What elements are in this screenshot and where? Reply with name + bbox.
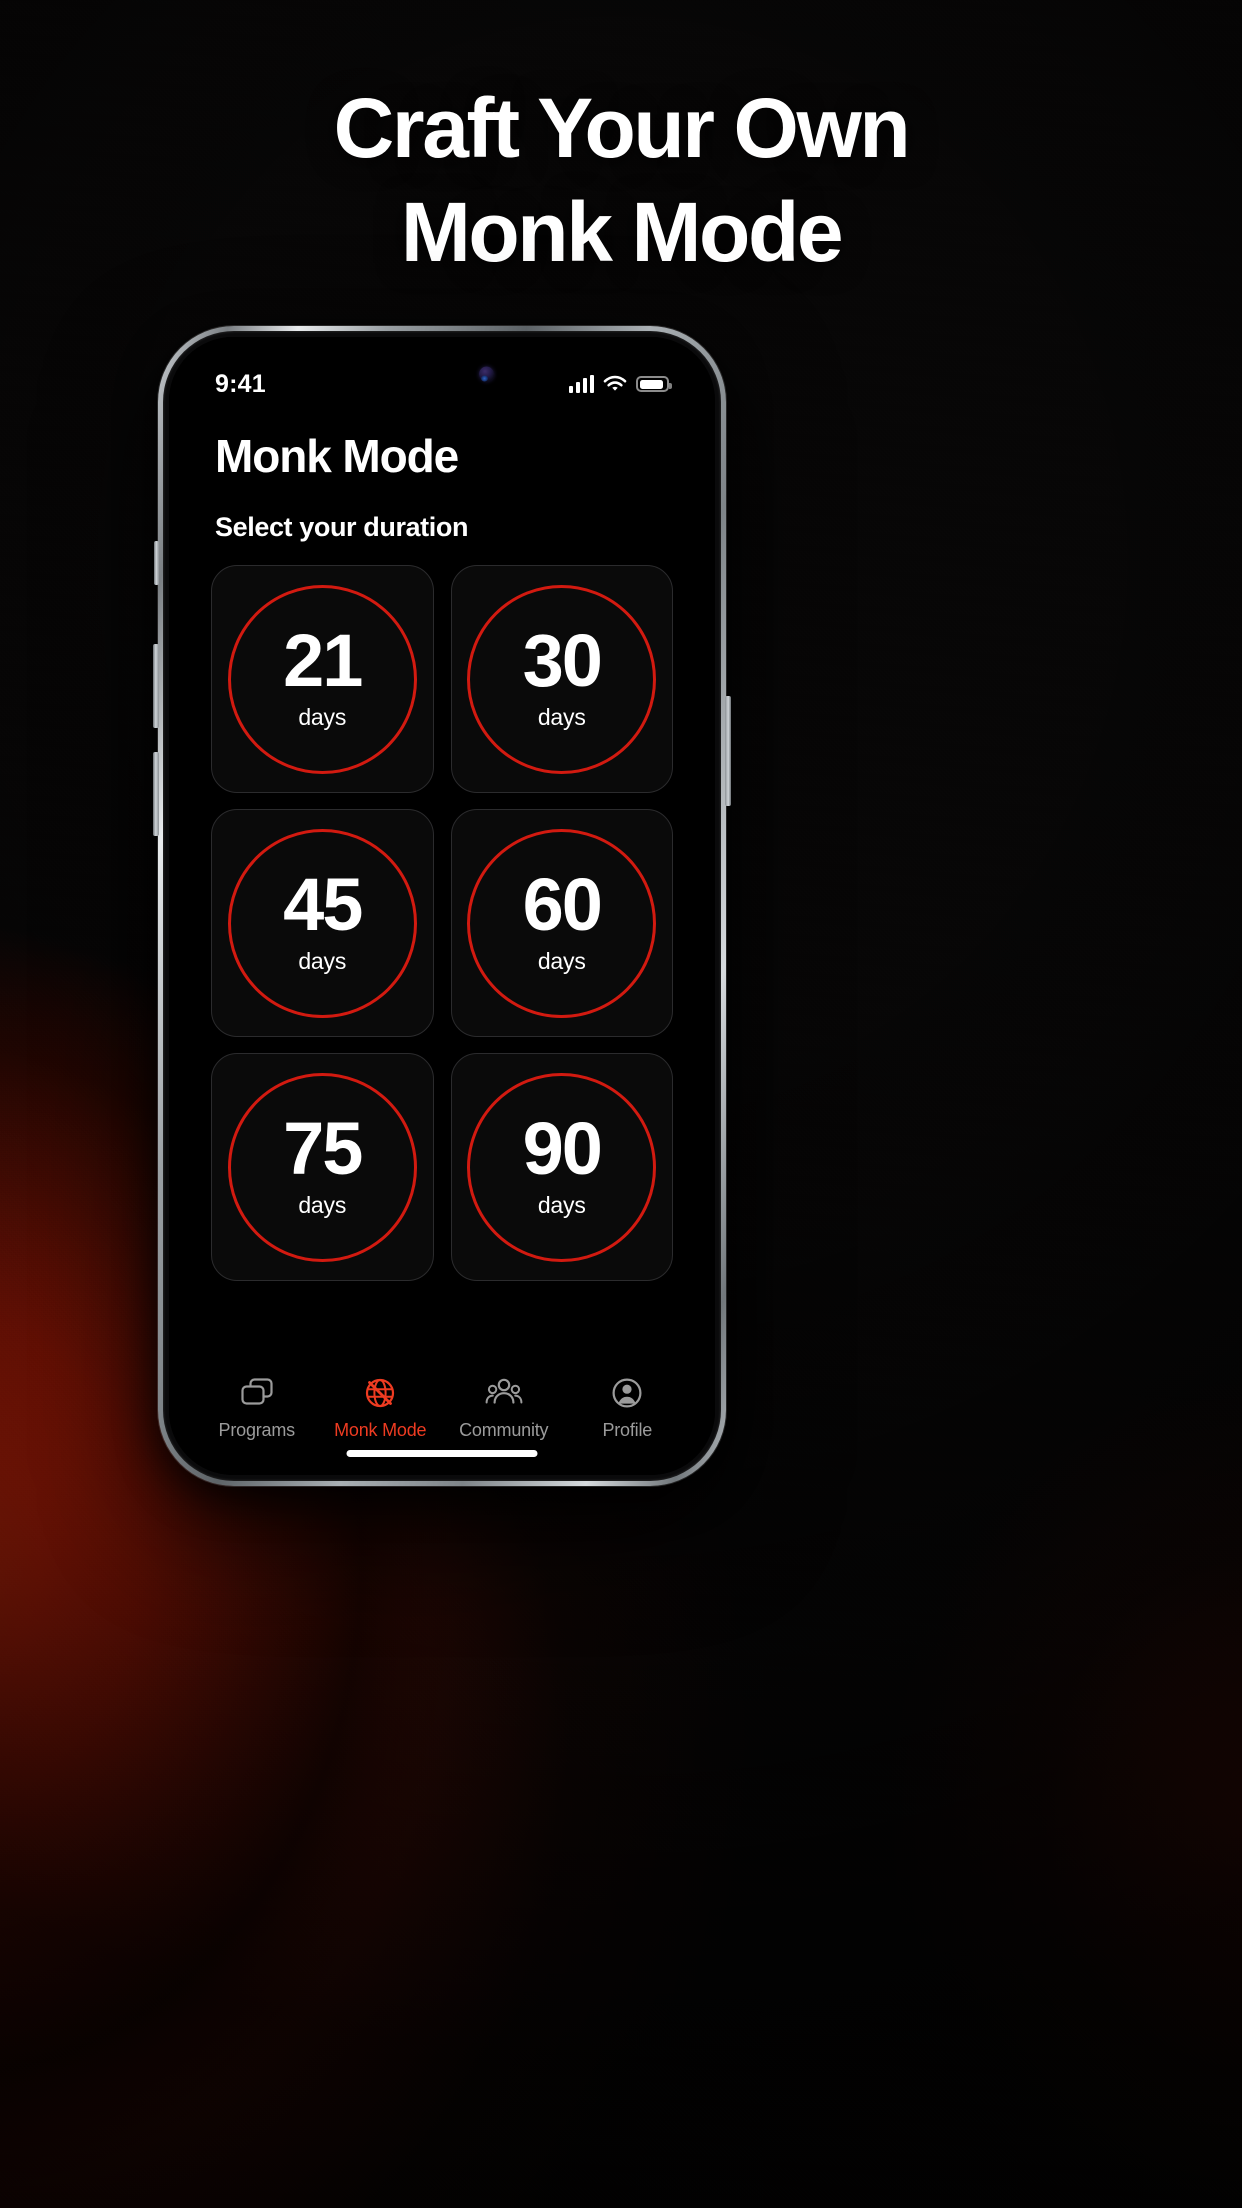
- phone-screen: Monk Mode Select your duration 21 days 3…: [169, 337, 715, 1475]
- front-camera-icon: [479, 366, 494, 382]
- status-bar-clock: 9:41: [215, 369, 266, 398]
- page-subtitle: Select your duration: [215, 512, 469, 542]
- globe-slash-icon: [363, 1373, 397, 1413]
- duration-value: 75: [283, 1106, 363, 1190]
- promo-headline: Craft Your Own Monk Mode: [0, 86, 1242, 274]
- tab-programs[interactable]: Programs: [197, 1373, 317, 1441]
- duration-ring: 90 days: [467, 1072, 657, 1262]
- people-group-icon: [485, 1373, 523, 1413]
- windows-stack-icon: [240, 1373, 274, 1413]
- dynamic-island: [378, 357, 506, 391]
- duration-unit: days: [537, 1192, 586, 1219]
- tab-profile[interactable]: Profile: [567, 1373, 687, 1441]
- duration-value: 21: [283, 618, 363, 702]
- cellular-signal-icon: [569, 375, 594, 393]
- duration-card-60[interactable]: 60 days: [450, 809, 673, 1037]
- status-bar-indicators: [569, 375, 672, 393]
- tab-monk-mode[interactable]: Monk Mode: [320, 1373, 440, 1441]
- duration-grid: 21 days 30 days 45 days 60 days 75 days …: [211, 565, 673, 1281]
- tab-label: Programs: [218, 1420, 296, 1440]
- tab-label: Profile: [602, 1420, 653, 1440]
- promo-headline-line-1: Craft Your Own: [333, 81, 911, 175]
- volume-down-button[interactable]: [153, 644, 159, 728]
- wifi-icon: [603, 375, 627, 393]
- duration-unit: days: [298, 1192, 347, 1219]
- duration-unit: days: [298, 948, 347, 975]
- promo-headline-line-2: Monk Mode: [400, 185, 844, 279]
- duration-value: 90: [522, 1106, 603, 1190]
- duration-value: 45: [283, 862, 363, 946]
- bottom-tab-bar: Programs Monk Mode Community Profile: [169, 1357, 715, 1475]
- duration-value: 30: [522, 618, 603, 702]
- duration-card-45[interactable]: 45 days: [211, 809, 434, 1037]
- power-button[interactable]: [725, 696, 731, 806]
- volume-up-button[interactable]: [153, 752, 159, 836]
- duration-card-75[interactable]: 75 days: [211, 1053, 434, 1281]
- duration-card-21[interactable]: 21 days: [211, 565, 434, 793]
- duration-unit: days: [537, 704, 586, 731]
- duration-unit: days: [537, 948, 586, 975]
- duration-ring: 45 days: [227, 828, 417, 1018]
- page-title: Monk Mode: [215, 430, 459, 482]
- phone-mockup: Monk Mode Select your duration 21 days 3…: [153, 326, 731, 1486]
- app-root: Monk Mode Select your duration 21 days 3…: [169, 337, 715, 1475]
- duration-ring: 60 days: [467, 828, 657, 1018]
- duration-ring: 30 days: [467, 584, 657, 774]
- home-indicator[interactable]: [346, 1450, 538, 1457]
- duration-value: 60: [522, 862, 603, 946]
- duration-card-90[interactable]: 90 days: [450, 1053, 673, 1281]
- tab-label: Community: [459, 1420, 549, 1440]
- duration-unit: days: [298, 704, 347, 731]
- battery-icon: [636, 376, 672, 392]
- tab-label: Monk Mode: [334, 1420, 427, 1440]
- tab-community[interactable]: Community: [444, 1373, 564, 1441]
- person-circle-icon: [610, 1373, 644, 1413]
- silence-switch-button[interactable]: [154, 541, 159, 585]
- duration-card-30[interactable]: 30 days: [450, 565, 673, 793]
- duration-ring: 21 days: [227, 584, 417, 774]
- duration-ring: 75 days: [227, 1072, 417, 1262]
